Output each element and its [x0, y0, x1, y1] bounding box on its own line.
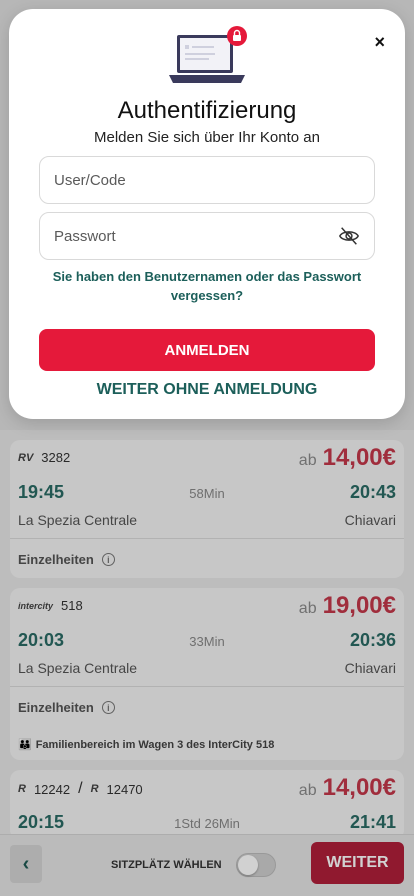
login-button[interactable]: ANMELDEN [39, 329, 375, 371]
username-input[interactable] [54, 171, 360, 189]
close-icon[interactable]: × [374, 33, 385, 51]
laptop-lock-icon [169, 26, 247, 83]
continue-without-login-link[interactable]: WEITER OHNE ANMELDUNG [9, 381, 405, 399]
forgot-credentials-link[interactable]: Sie haben den Benutzernamen oder das Pas… [49, 267, 365, 305]
password-input[interactable] [54, 227, 338, 245]
password-field[interactable] [39, 212, 375, 260]
modal-title: Authentifizierung [117, 97, 297, 124]
auth-modal: × Authentifizierung Melden Sie sich über… [9, 9, 405, 419]
modal-subtitle: Melden Sie sich über Ihr Konto an [94, 129, 320, 146]
username-field[interactable] [39, 156, 375, 204]
eye-slash-icon[interactable] [338, 225, 360, 247]
